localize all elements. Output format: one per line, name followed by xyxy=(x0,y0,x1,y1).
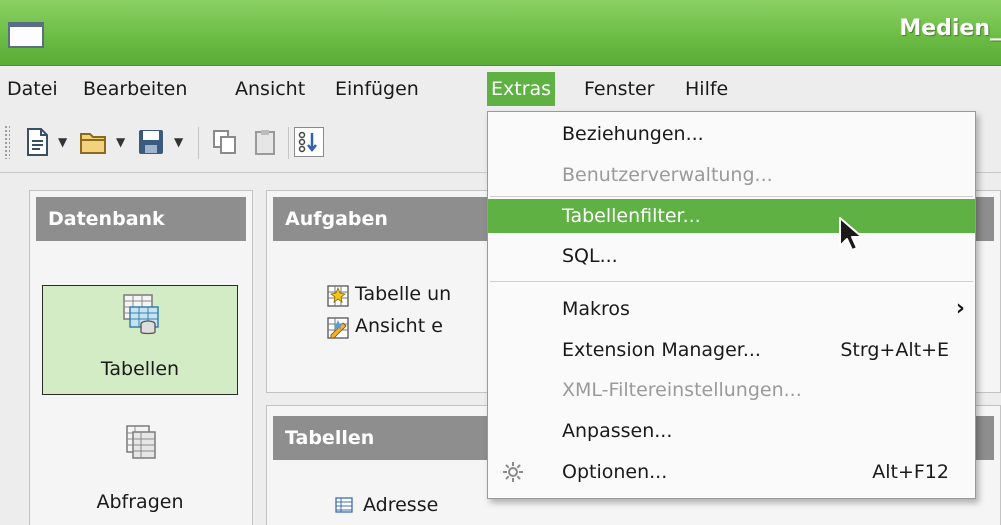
title-bar[interactable]: Medien_ xyxy=(0,0,1001,66)
open-folder-icon[interactable] xyxy=(78,127,108,157)
queries-icon xyxy=(126,425,156,459)
open-dropdown-icon[interactable]: ▼ xyxy=(116,135,125,149)
menu-item-makros[interactable]: Makros › xyxy=(488,292,975,326)
submenu-arrow-icon: › xyxy=(955,296,965,321)
copy-icon[interactable] xyxy=(210,127,240,157)
menu-item-makros-label: Makros xyxy=(562,298,630,320)
menu-item-extension-manager[interactable]: Extension Manager... Strg+Alt+E xyxy=(488,333,975,367)
database-item-queries[interactable]: Abfragen xyxy=(42,415,238,525)
toolbar-separator xyxy=(288,127,289,159)
menu-item-benutzerverwaltung: Benutzerverwaltung... xyxy=(562,164,773,186)
paste-icon[interactable] xyxy=(250,127,280,157)
menu-separator xyxy=(490,281,973,282)
menu-item-optionen[interactable]: Optionen... Alt+F12 xyxy=(488,455,975,489)
database-item-queries-label: Abfragen xyxy=(96,491,184,513)
menu-item-extension-manager-label: Extension Manager... xyxy=(562,339,761,361)
menu-shortcut: Strg+Alt+E xyxy=(840,339,949,361)
menu-bar: Datei Bearbeiten Ansicht Einfügen Extras… xyxy=(0,67,1001,111)
sort-icon[interactable] xyxy=(294,127,324,157)
database-panel: Datenbank Tabellen Abfragen xyxy=(29,190,253,525)
database-panel-header: Datenbank xyxy=(36,197,246,241)
database-item-tables[interactable]: Tabellen xyxy=(42,285,238,395)
menu-item-xml-filtereinstellungen: XML-Filtereinstellungen... xyxy=(562,379,802,401)
task-create-table-label: Tabelle un xyxy=(355,283,452,305)
gear-icon xyxy=(503,462,523,482)
database-item-tables-label: Tabellen xyxy=(100,358,180,380)
task-create-view-label: Ansicht e xyxy=(355,315,443,337)
menu-item-tabellenfilter[interactable]: Tabellenfilter... xyxy=(488,199,975,233)
tables-icon xyxy=(123,294,159,335)
menu-separator xyxy=(490,196,973,197)
menu-ansicht[interactable]: Ansicht xyxy=(231,72,309,106)
window-title: Medien_ xyxy=(899,16,1001,41)
toolbar-grip[interactable] xyxy=(4,125,10,159)
menu-extras[interactable]: Extras xyxy=(487,72,556,106)
menu-hilfe[interactable]: Hilfe xyxy=(681,72,732,106)
save-icon[interactable] xyxy=(136,127,166,157)
menu-item-sql[interactable]: SQL... xyxy=(488,239,975,273)
toolbar-separator xyxy=(198,127,199,159)
mouse-pointer-icon xyxy=(839,217,863,251)
new-document-dropdown-icon[interactable]: ▼ xyxy=(58,135,67,149)
menu-fenster[interactable]: Fenster xyxy=(580,72,658,106)
menu-item-anpassen[interactable]: Anpassen... xyxy=(488,414,975,448)
create-view-icon xyxy=(327,317,349,339)
menu-bearbeiten[interactable]: Bearbeiten xyxy=(79,72,191,106)
new-document-icon[interactable] xyxy=(22,127,52,157)
table-row-label: Adresse xyxy=(363,494,439,516)
window-icon[interactable] xyxy=(8,22,44,48)
menu-einfuegen[interactable]: Einfügen xyxy=(331,72,423,106)
menu-shortcut: Alt+F12 xyxy=(872,461,949,483)
table-icon xyxy=(335,497,353,513)
menu-item-optionen-label: Optionen... xyxy=(562,461,668,483)
menu-datei[interactable]: Datei xyxy=(3,72,62,106)
menu-item-beziehungen[interactable]: Beziehungen... xyxy=(488,117,975,151)
create-table-icon xyxy=(327,285,349,307)
extras-menu: Beziehungen... Benutzerverwaltung... Tab… xyxy=(487,111,976,499)
save-dropdown-icon[interactable]: ▼ xyxy=(174,135,183,149)
